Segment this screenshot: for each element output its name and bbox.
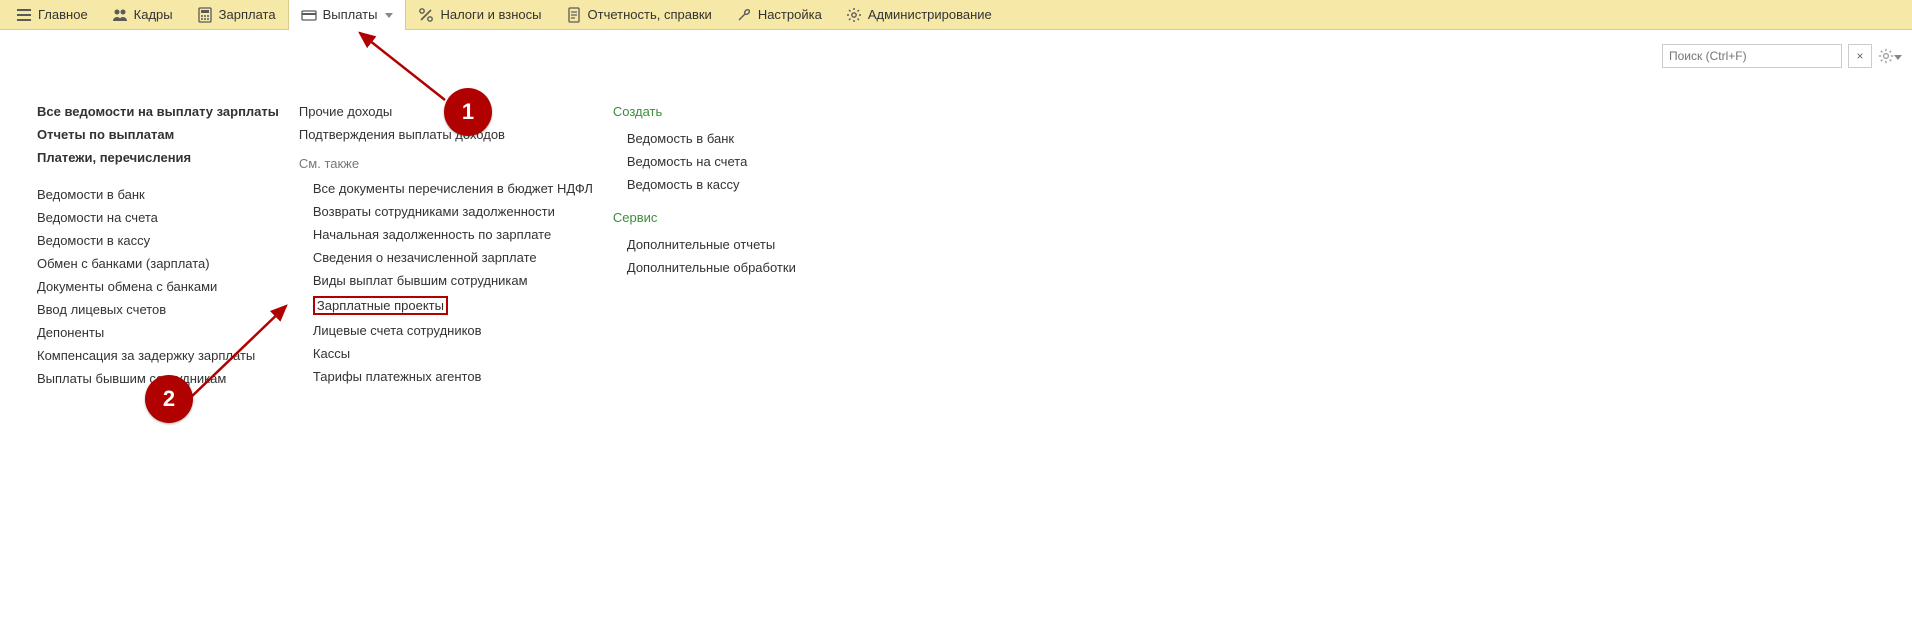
close-icon: × — [1856, 49, 1863, 63]
gear-icon — [846, 7, 862, 23]
link-bank-statements[interactable]: Ведомости в банк — [37, 187, 279, 202]
link-other-income[interactable]: Прочие доходы — [299, 104, 593, 119]
topbar-label: Отчетность, справки — [588, 7, 712, 22]
chevron-down-icon — [385, 13, 393, 18]
link-employee-debt-returns[interactable]: Возвраты сотрудниками задолженности — [313, 204, 593, 219]
topbar-label: Налоги и взносы — [440, 7, 541, 22]
link-payments-transfers[interactable]: Платежи, перечисления — [37, 150, 279, 165]
link-payment-agent-tariffs[interactable]: Тарифы платежных агентов — [313, 369, 593, 384]
chevron-down-icon — [1894, 55, 1902, 60]
topbar-item-personnel[interactable]: Кадры — [100, 0, 185, 30]
service-links: Дополнительные отчеты Дополнительные обр… — [613, 237, 833, 275]
topbar-label: Главное — [38, 7, 88, 22]
link-delay-compensation[interactable]: Компенсация за задержку зарплаты — [37, 348, 279, 363]
link-account-statements[interactable]: Ведомости на счета — [37, 210, 279, 225]
topbar-label: Выплаты — [323, 7, 378, 22]
settings-gear-button[interactable] — [1878, 44, 1902, 68]
link-former-employee-payment-types[interactable]: Виды выплат бывшим сотрудникам — [313, 273, 593, 288]
create-bank-statement[interactable]: Ведомость в банк — [627, 131, 833, 146]
service-header: Сервис — [613, 210, 833, 225]
create-cash-statement[interactable]: Ведомость в кассу — [627, 177, 833, 192]
link-personal-accounts-entry[interactable]: Ввод лицевых счетов — [37, 302, 279, 317]
gear-icon — [1878, 46, 1894, 66]
link-initial-salary-debt[interactable]: Начальная задолженность по зарплате — [313, 227, 593, 242]
document-icon — [566, 7, 582, 23]
link-bank-exchange-docs[interactable]: Документы обмена с банками — [37, 279, 279, 294]
see-also-links: Все документы перечисления в бюджет НДФЛ… — [299, 181, 593, 384]
link-ndfl-budget-docs[interactable]: Все документы перечисления в бюджет НДФЛ — [313, 181, 593, 196]
calculator-icon — [197, 7, 213, 23]
create-header: Создать — [613, 104, 833, 119]
menu-icon — [16, 7, 32, 23]
topbar-label: Настройка — [758, 7, 822, 22]
topbar-item-reports[interactable]: Отчетность, справки — [554, 0, 724, 30]
link-salary-projects[interactable]: Зарплатные проекты — [313, 296, 448, 315]
link-additional-processing[interactable]: Дополнительные обработки — [627, 260, 833, 275]
people-icon — [112, 7, 128, 23]
column-main: Все ведомости на выплату зарплаты Отчеты… — [37, 104, 279, 394]
topbar-item-settings[interactable]: Настройка — [724, 0, 834, 30]
see-also-header: См. также — [299, 156, 593, 171]
link-former-employee-payments[interactable]: Выплаты бывшим сотрудникам — [37, 371, 279, 386]
clear-search-button[interactable]: × — [1848, 44, 1872, 68]
link-payment-reports[interactable]: Отчеты по выплатам — [37, 127, 279, 142]
link-employee-personal-accounts[interactable]: Лицевые счета сотрудников — [313, 323, 593, 338]
primary-links: Все ведомости на выплату зарплаты Отчеты… — [37, 104, 279, 165]
nav-columns: Все ведомости на выплату зарплаты Отчеты… — [0, 30, 1912, 394]
secondary-links: Ведомости в банк Ведомости на счета Ведо… — [37, 187, 279, 386]
topbar-item-admin[interactable]: Администрирование — [834, 0, 1004, 30]
wallet-icon — [301, 7, 317, 23]
link-bank-exchange[interactable]: Обмен с банками (зарплата) — [37, 256, 279, 271]
link-cash-registers[interactable]: Кассы — [313, 346, 593, 361]
topbar-label: Администрирование — [868, 7, 992, 22]
link-deponents[interactable]: Депоненты — [37, 325, 279, 340]
link-additional-reports[interactable]: Дополнительные отчеты — [627, 237, 833, 252]
topbar-item-main[interactable]: Главное — [4, 0, 100, 30]
column-secondary: Прочие доходы Подтверждения выплаты дохо… — [299, 104, 593, 392]
column-actions: Создать Ведомость в банк Ведомость на сч… — [613, 104, 833, 283]
topbar: Главное Кадры Зарплата Выплаты Налоги и … — [0, 0, 1912, 30]
create-links: Ведомость в банк Ведомость на счета Ведо… — [613, 131, 833, 192]
create-account-statement[interactable]: Ведомость на счета — [627, 154, 833, 169]
topbar-item-taxes[interactable]: Налоги и взносы — [406, 0, 553, 30]
toolbar-right: × — [1662, 44, 1902, 68]
link-cash-statements[interactable]: Ведомости в кассу — [37, 233, 279, 248]
link-uncredited-salary-info[interactable]: Сведения о незачисленной зарплате — [313, 250, 593, 265]
topbar-label: Кадры — [134, 7, 173, 22]
workspace: × Все ведомости на выплату зарплаты Отче… — [0, 30, 1912, 394]
link-all-statements[interactable]: Все ведомости на выплату зарплаты — [37, 104, 279, 119]
secondary-top-links: Прочие доходы Подтверждения выплаты дохо… — [299, 104, 593, 142]
link-income-confirmations[interactable]: Подтверждения выплаты доходов — [299, 127, 593, 142]
topbar-label: Зарплата — [219, 7, 276, 22]
wrench-icon — [736, 7, 752, 23]
search-input[interactable] — [1662, 44, 1842, 68]
topbar-item-salary[interactable]: Зарплата — [185, 0, 288, 30]
percent-icon — [418, 7, 434, 23]
topbar-item-payments[interactable]: Выплаты — [288, 0, 407, 30]
